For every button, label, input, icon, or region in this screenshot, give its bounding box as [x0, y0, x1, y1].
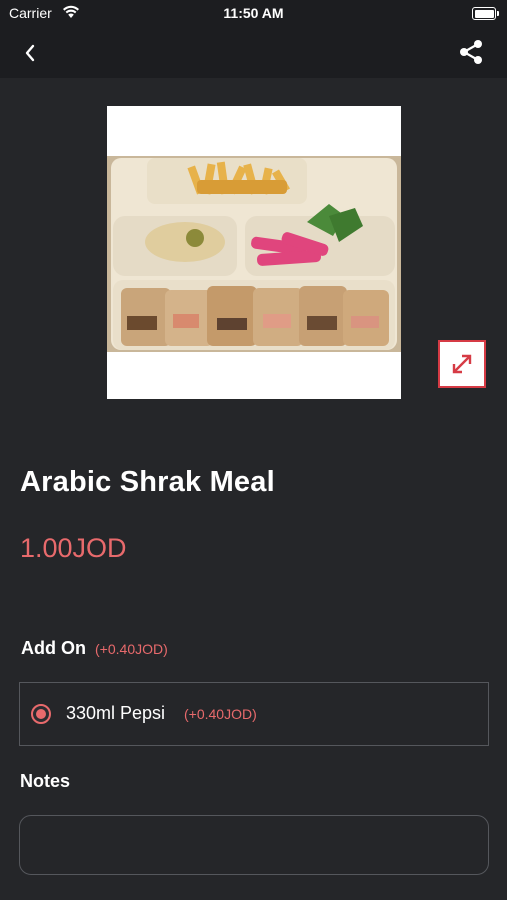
- notes-label: Notes: [20, 771, 71, 791]
- expand-icon: [452, 354, 472, 374]
- addon-option-label: 330ml Pepsi: [66, 703, 166, 723]
- addon-header-price: (+0.40JOD): [95, 641, 168, 657]
- expand-button[interactable]: [438, 340, 486, 388]
- status-time: 11:50 AM: [223, 5, 284, 21]
- status-bar: Carrier 11:50 AM: [0, 0, 507, 28]
- navigation-bar: [0, 28, 507, 78]
- addon-option[interactable]: 330ml Pepsi (+0.40JOD): [19, 682, 489, 746]
- share-icon: [460, 40, 482, 64]
- addon-option-price: (+0.40JOD): [184, 706, 257, 722]
- radio-button-selected[interactable]: [31, 704, 51, 724]
- product-title: Arabic Shrak Meal: [20, 466, 275, 498]
- battery-icon: [472, 7, 499, 20]
- addon-header: Add On (+0.40JOD): [21, 638, 168, 659]
- product-image[interactable]: [107, 106, 401, 399]
- product-price: 1.00JOD: [20, 533, 127, 563]
- addon-header-label: Add On: [21, 638, 86, 658]
- chevron-left-icon: [25, 44, 35, 62]
- food-photo: [107, 156, 401, 352]
- share-button[interactable]: [457, 38, 485, 66]
- notes-input[interactable]: [19, 815, 489, 875]
- back-button[interactable]: [18, 40, 44, 66]
